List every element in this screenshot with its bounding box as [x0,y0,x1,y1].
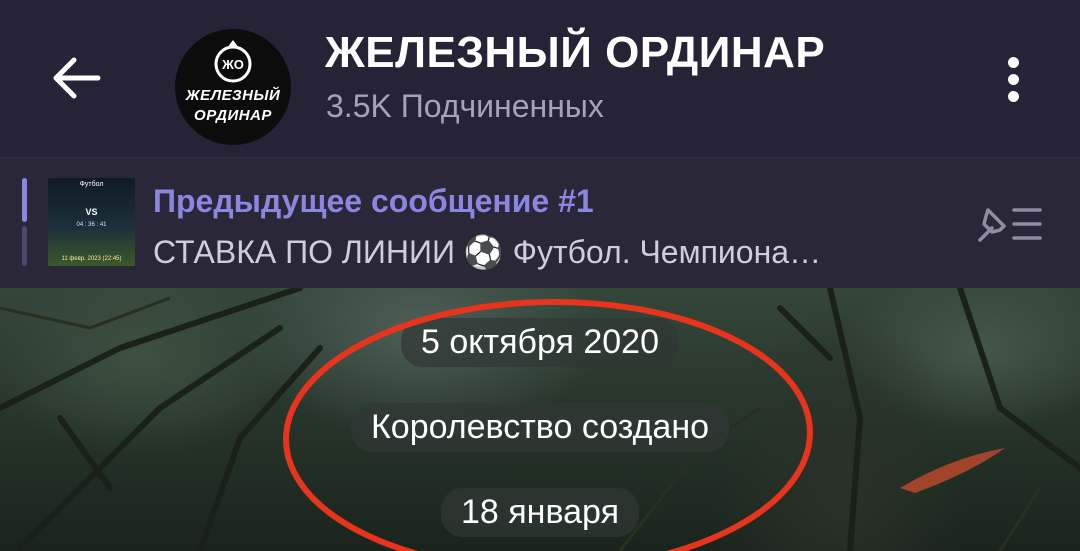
date-divider: 5 октября 2020 [401,318,679,368]
pinned-title: Предыдущее сообщение #1 [153,183,594,219]
more-vertical-icon [1008,57,1019,68]
more-menu-button[interactable] [996,54,1032,104]
arrow-left-icon [53,57,101,99]
thumb-timer: 04 : 36 : 41 [76,222,107,228]
channel-avatar[interactable]: ЖО ЖЕЛЕЗНЫЙ ОРДИНАР [175,29,291,145]
date-divider: 18 января [441,488,639,538]
pinned-list-button[interactable] [974,202,1046,246]
logo-line-1: ЖЕЛЕЗНЫЙ [185,87,281,104]
pinned-list-icon [978,208,1042,242]
back-button[interactable] [40,42,112,114]
pin-indicator-inactive [22,226,27,266]
pinned-message-bar[interactable]: Футбол VS 04 : 36 : 41 11 февр. 2023 (22… [0,157,1080,288]
subscriber-count: 3.5K Подчиненных [326,88,604,124]
thumb-title: Футбол [79,181,104,188]
chat-header: ЖО ЖЕЛЕЗНЫЙ ОРДИНАР ЖЕЛЕЗНЫЙ ОРДИНАР 3.5… [0,0,1080,157]
logo-line-2: ОРДИНАР [194,107,272,124]
logo-mark-text: ЖО [221,57,244,72]
service-message: Королевство создано [350,403,730,453]
chat-area[interactable]: 5 октября 2020 Королевство создано 18 ян… [0,288,1080,551]
channel-logo-icon: ЖО [214,40,252,83]
pinned-thumbnail: Футбол VS 04 : 36 : 41 11 февр. 2023 (22… [48,178,135,266]
thumb-vs: VS [85,207,98,217]
channel-title[interactable]: ЖЕЛЕЗНЫЙ ОРДИНАР [325,28,825,78]
pinned-preview-text: СТАВКА ПО ЛИНИИ ⚽ Футбол. Чемпиона… [153,234,822,270]
pin-indicator-active [22,178,27,222]
thumb-date: 11 февр. 2023 (22:45) [61,256,122,262]
